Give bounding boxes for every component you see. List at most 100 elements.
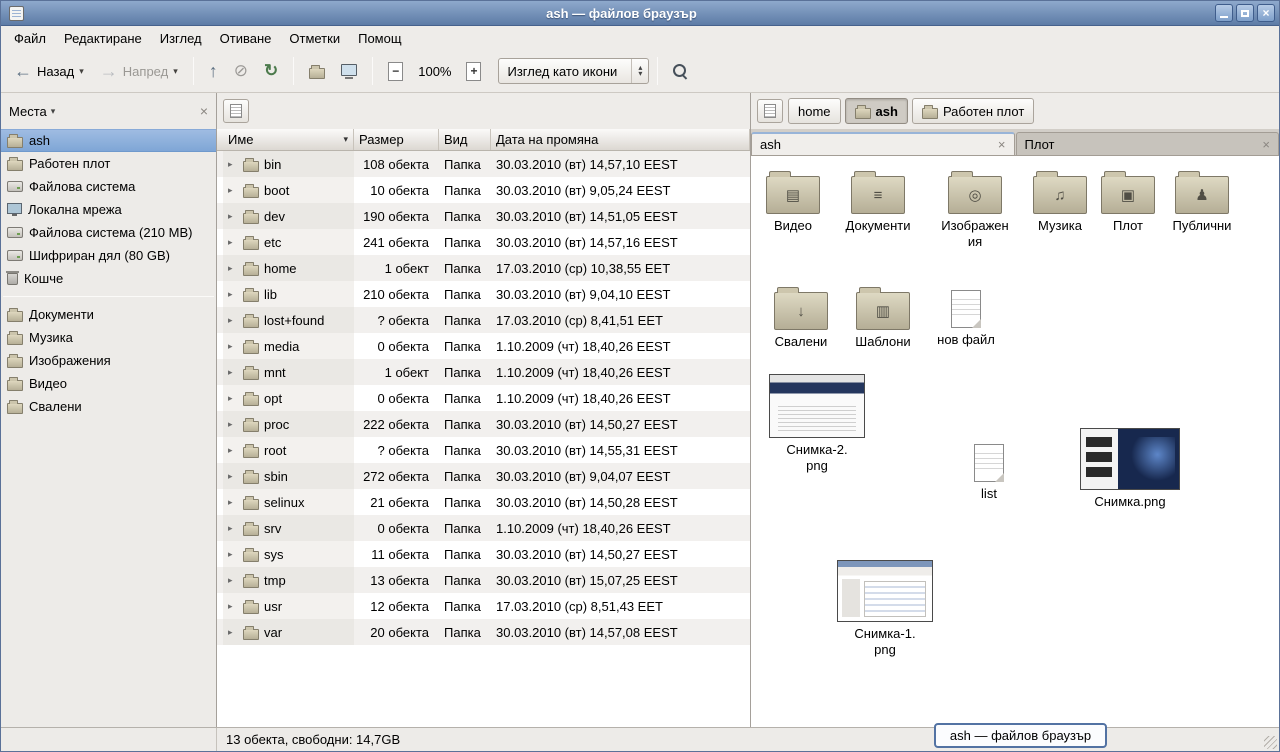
places-close-icon[interactable]: ×: [200, 103, 208, 119]
icon-view-item[interactable]: ▤ Видео: [753, 168, 833, 234]
expander-icon[interactable]: ▸: [228, 497, 238, 508]
icon-view-item[interactable]: Снимка-2. png: [765, 374, 869, 473]
expander-icon[interactable]: ▸: [228, 185, 238, 196]
table-row[interactable]: ▸ mnt 1 обект Папка 1.10.2009 (чт) 18,40…: [217, 359, 750, 385]
icon-view-item[interactable]: ≡ Документи: [835, 168, 921, 234]
expander-icon[interactable]: ▸: [228, 159, 238, 170]
sidebar-item[interactable]: Локална мрежа: [1, 198, 216, 221]
icon-view-item[interactable]: ▣ Плот: [1089, 168, 1167, 234]
sidebar-item[interactable]: Работен плот: [1, 152, 216, 175]
table-row[interactable]: ▸ lost+found ? обекта Папка 17.03.2010 (…: [217, 307, 750, 333]
sidebar-item[interactable]: Файлова система (210 MB): [1, 221, 216, 244]
expander-icon[interactable]: ▸: [228, 211, 238, 222]
table-row[interactable]: ▸ sbin 272 обекта Папка 30.03.2010 (вт) …: [217, 463, 750, 489]
sidebar-item[interactable]: Файлова система: [1, 175, 216, 198]
sidebar-item[interactable]: Документи: [1, 303, 216, 326]
tab-close-icon[interactable]: ×: [998, 137, 1006, 152]
icon-view-item[interactable]: Снимка.png: [1075, 428, 1185, 510]
icon-view-item[interactable]: list: [951, 440, 1027, 502]
path-button[interactable]: home: [788, 98, 841, 124]
expander-icon[interactable]: ▸: [228, 393, 238, 404]
titlebar[interactable]: ash — файлов браузър ×: [1, 1, 1279, 26]
expander-icon[interactable]: ▸: [228, 627, 238, 638]
stop-button[interactable]: ⊘: [227, 58, 255, 84]
icon-view-item[interactable]: ▥ Шаблони: [841, 284, 925, 350]
icon-view[interactable]: ▤ Видео ≡ Документи: [751, 156, 1279, 727]
expander-icon[interactable]: ▸: [228, 575, 238, 586]
zoom-in-button[interactable]: +: [459, 57, 488, 86]
expander-icon[interactable]: ▸: [228, 549, 238, 560]
sidebar-item[interactable]: ash: [1, 129, 216, 152]
table-row[interactable]: ▸ tmp 13 обекта Папка 30.03.2010 (вт) 15…: [217, 567, 750, 593]
tab[interactable]: Плот ×: [1016, 132, 1280, 155]
icon-view-item[interactable]: ♫ Музика: [1021, 168, 1099, 234]
icon-view-item[interactable]: Снимка-1. png: [833, 560, 937, 657]
table-row[interactable]: ▸ root ? обекта Папка 30.03.2010 (вт) 14…: [217, 437, 750, 463]
view-mode-select[interactable]: Изглед като икони ▴▾: [498, 58, 649, 84]
table-row[interactable]: ▸ var 20 обекта Папка 30.03.2010 (вт) 14…: [217, 619, 750, 645]
table-row[interactable]: ▸ lib 210 обекта Папка 30.03.2010 (вт) 9…: [217, 281, 750, 307]
expander-icon[interactable]: ▸: [228, 237, 238, 248]
menu-item[interactable]: Отметки: [280, 28, 349, 49]
minimize-button[interactable]: [1215, 4, 1233, 22]
column-header-name[interactable]: Име ▾: [223, 129, 354, 150]
places-title[interactable]: Места: [9, 104, 47, 119]
table-row[interactable]: ▸ selinux 21 обекта Папка 30.03.2010 (вт…: [217, 489, 750, 515]
icon-view-item[interactable]: ◎ Изображен ия: [929, 168, 1021, 249]
menu-item[interactable]: Помощ: [349, 28, 410, 49]
expander-icon[interactable]: ▸: [228, 263, 238, 274]
reload-button[interactable]: ↻: [257, 58, 285, 84]
expander-icon[interactable]: ▸: [228, 445, 238, 456]
sidebar-item[interactable]: Шифриран дял (80 GB): [1, 244, 216, 267]
back-button[interactable]: ← Назад ▾: [7, 58, 91, 84]
table-row[interactable]: ▸ boot 10 обекта Папка 30.03.2010 (вт) 9…: [217, 177, 750, 203]
table-row[interactable]: ▸ dev 190 обекта Папка 30.03.2010 (вт) 1…: [217, 203, 750, 229]
sidebar-item[interactable]: Изображения: [1, 349, 216, 372]
expander-icon[interactable]: ▸: [228, 315, 238, 326]
sidebar-item[interactable]: Свалени: [1, 395, 216, 418]
table-row[interactable]: ▸ media 0 обекта Папка 1.10.2009 (чт) 18…: [217, 333, 750, 359]
tab-close-icon[interactable]: ×: [1262, 137, 1270, 152]
table-row[interactable]: ▸ sys 11 обекта Папка 30.03.2010 (вт) 14…: [217, 541, 750, 567]
sidebar-item[interactable]: Видео: [1, 372, 216, 395]
maximize-button[interactable]: [1236, 4, 1254, 22]
path-button[interactable]: ash: [845, 98, 908, 124]
menu-item[interactable]: Отиване: [211, 28, 281, 49]
menu-item[interactable]: Файл: [5, 28, 55, 49]
sidebar-item[interactable]: Кошче: [1, 267, 216, 290]
path-button[interactable]: Работен плот: [912, 98, 1034, 124]
table-row[interactable]: ▸ home 1 обект Папка 17.03.2010 (ср) 10,…: [217, 255, 750, 281]
taskbar-window-item[interactable]: ash — файлов браузър: [934, 723, 1107, 748]
zoom-out-button[interactable]: −: [381, 57, 410, 86]
expander-icon[interactable]: ▸: [228, 523, 238, 534]
table-row[interactable]: ▸ opt 0 обекта Папка 1.10.2009 (чт) 18,4…: [217, 385, 750, 411]
expander-icon[interactable]: ▸: [228, 419, 238, 430]
close-button[interactable]: ×: [1257, 4, 1275, 22]
table-row[interactable]: ▸ usr 12 обекта Папка 17.03.2010 (ср) 8,…: [217, 593, 750, 619]
tab[interactable]: ash ×: [751, 132, 1015, 155]
up-button[interactable]: ↑: [202, 58, 225, 84]
icon-view-item[interactable]: нов файл: [925, 286, 1007, 348]
table-row[interactable]: ▸ etc 241 обекта Папка 30.03.2010 (вт) 1…: [217, 229, 750, 255]
home-button[interactable]: [302, 59, 332, 84]
back-history-caret-icon[interactable]: ▾: [79, 66, 84, 77]
sidebar-item[interactable]: Музика: [1, 326, 216, 349]
expander-icon[interactable]: ▸: [228, 289, 238, 300]
expander-icon[interactable]: ▸: [228, 341, 238, 352]
places-caret-icon[interactable]: ▾: [51, 106, 56, 117]
menu-item[interactable]: Изглед: [151, 28, 211, 49]
expander-icon[interactable]: ▸: [228, 471, 238, 482]
column-header-size[interactable]: Размер: [354, 129, 439, 150]
forward-button[interactable]: → Напред ▾: [93, 58, 185, 84]
search-button[interactable]: [666, 59, 695, 84]
expander-icon[interactable]: ▸: [228, 367, 238, 378]
menu-item[interactable]: Редактиране: [55, 28, 151, 49]
column-header-date[interactable]: Дата на промяна: [491, 129, 750, 150]
column-header-type[interactable]: Вид: [439, 129, 491, 150]
table-row[interactable]: ▸ srv 0 обекта Папка 1.10.2009 (чт) 18,4…: [217, 515, 750, 541]
expander-icon[interactable]: ▸: [228, 601, 238, 612]
icon-view-item[interactable]: ↓ Свалени: [759, 284, 843, 350]
location-toggle-button[interactable]: [223, 99, 249, 123]
table-row[interactable]: ▸ proc 222 обекта Папка 30.03.2010 (вт) …: [217, 411, 750, 437]
computer-button[interactable]: [334, 59, 364, 84]
